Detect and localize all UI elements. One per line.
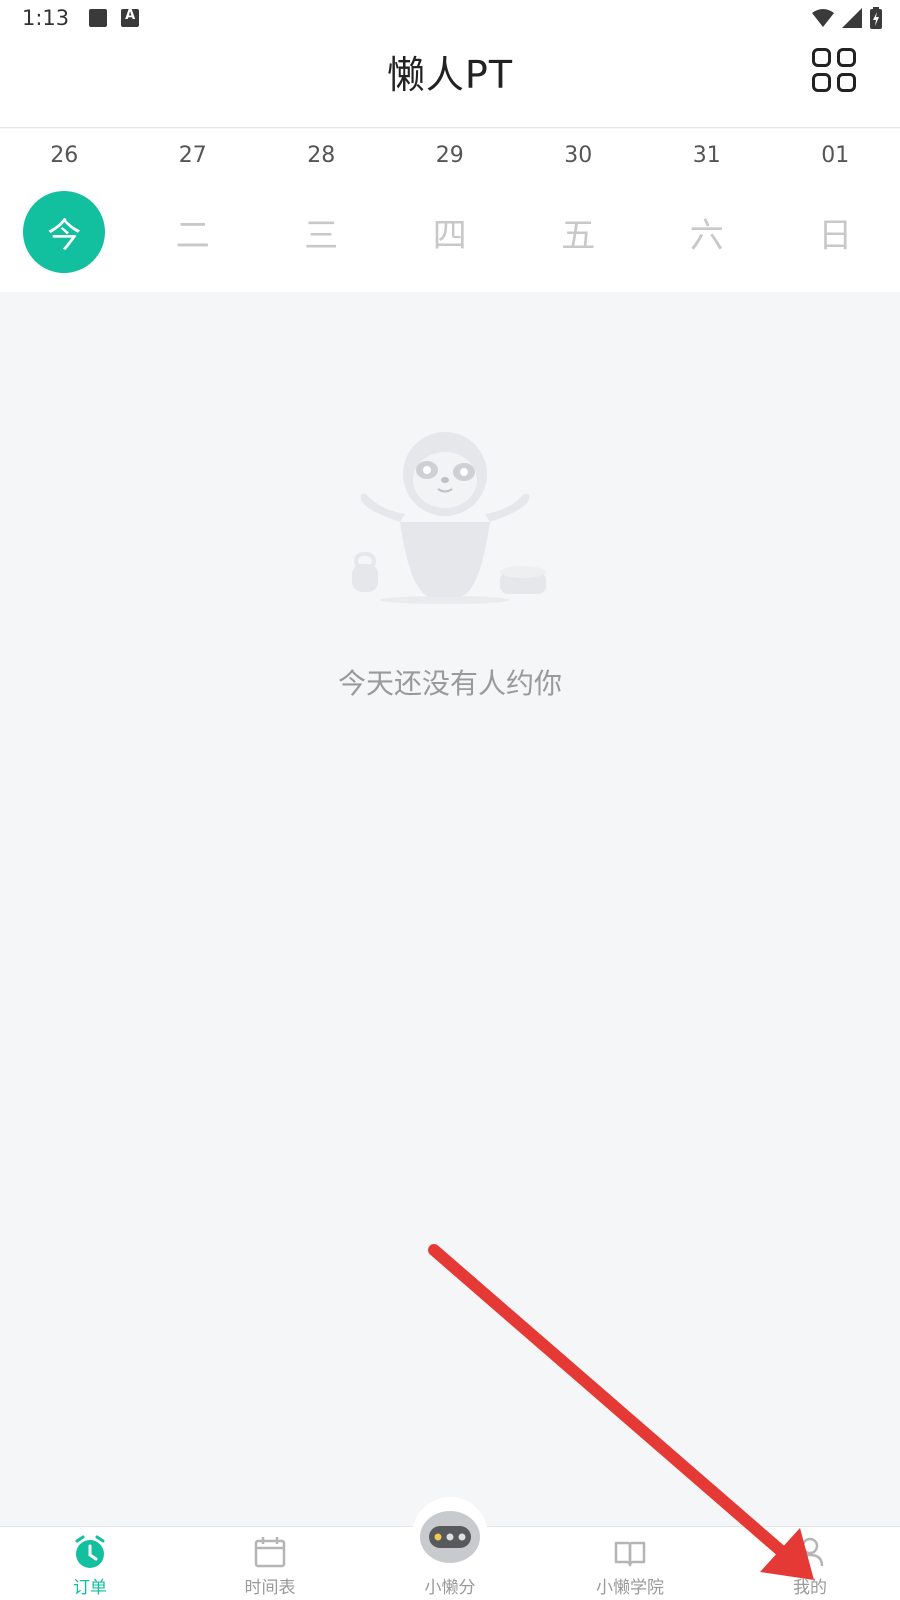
- nav-label: 我的: [793, 1578, 827, 1598]
- day-weekday: 日: [818, 215, 853, 256]
- day-date: 28: [307, 143, 336, 168]
- status-indicators: [812, 7, 882, 29]
- calendar-icon: [254, 1537, 286, 1568]
- day-item-01[interactable]: 01 日: [771, 129, 900, 292]
- day-weekday: 三: [304, 215, 339, 256]
- day-date: 29: [435, 143, 464, 168]
- day-item-27[interactable]: 27 二: [129, 129, 258, 292]
- image-notification-icon: [89, 9, 108, 27]
- nav-label: 小懒分: [424, 1578, 476, 1598]
- nav-label: 订单: [73, 1578, 107, 1598]
- nav-item-schedule[interactable]: 时间表: [180, 1527, 360, 1600]
- signal-icon: [842, 8, 862, 28]
- profile-icon: [796, 1537, 824, 1567]
- day-weekday: 今: [23, 191, 106, 273]
- grid-cell: [837, 48, 856, 67]
- day-weekday: 五: [561, 215, 596, 256]
- status-bar: 1:13: [0, 0, 900, 36]
- grid-cell: [837, 73, 856, 92]
- day-weekday: 六: [689, 215, 724, 256]
- day-item-28[interactable]: 28 三: [257, 129, 386, 292]
- day-weekday: 四: [432, 215, 467, 256]
- empty-state: 今天还没有人约你: [0, 292, 900, 1522]
- day-date: 26: [50, 143, 79, 168]
- day-date: 31: [692, 143, 721, 168]
- page-title: 懒人PT: [386, 53, 514, 97]
- grid-cell: [812, 48, 831, 67]
- app-header: 懒人PT: [0, 36, 900, 128]
- battery-icon: [870, 7, 882, 29]
- day-item-29[interactable]: 29 四: [386, 129, 515, 292]
- status-time: 1:13: [22, 6, 70, 30]
- day-item-31[interactable]: 31 六: [643, 129, 772, 292]
- nav-item-orders[interactable]: 订单: [0, 1527, 180, 1600]
- day-date: 30: [564, 143, 593, 168]
- robot-score-icon: [420, 1511, 480, 1563]
- nav-label: 时间表: [244, 1578, 296, 1598]
- sloth-illustration: [352, 432, 546, 604]
- day-item-30[interactable]: 30 五: [514, 129, 643, 292]
- grid-menu-button[interactable]: [812, 48, 856, 92]
- nav-label: 小懒学院: [596, 1578, 664, 1598]
- nav-item-profile[interactable]: 我的: [720, 1527, 900, 1600]
- day-date: 27: [178, 143, 207, 168]
- day-date: 01: [821, 143, 850, 168]
- grid-cell: [812, 73, 831, 92]
- nav-item-academy[interactable]: 小懒学院: [540, 1527, 720, 1600]
- week-selector: 26 今 27 二 28 三 29 四 30 五 31 六 01 日: [0, 129, 900, 292]
- app-notification-icon: [121, 8, 140, 27]
- nav-item-score[interactable]: 小懒分: [360, 1497, 540, 1600]
- wifi-icon: [812, 9, 834, 27]
- book-icon: [614, 1541, 646, 1567]
- robot-score-button[interactable]: [412, 1497, 488, 1573]
- bottom-nav: 订单 时间表 小懒分 小懒学院 我的: [0, 1497, 900, 1600]
- alarm-clock-icon: [75, 1535, 105, 1568]
- day-item-26[interactable]: 26 今: [0, 129, 129, 292]
- empty-message: 今天还没有人约你: [337, 667, 562, 700]
- day-weekday: 二: [175, 215, 210, 256]
